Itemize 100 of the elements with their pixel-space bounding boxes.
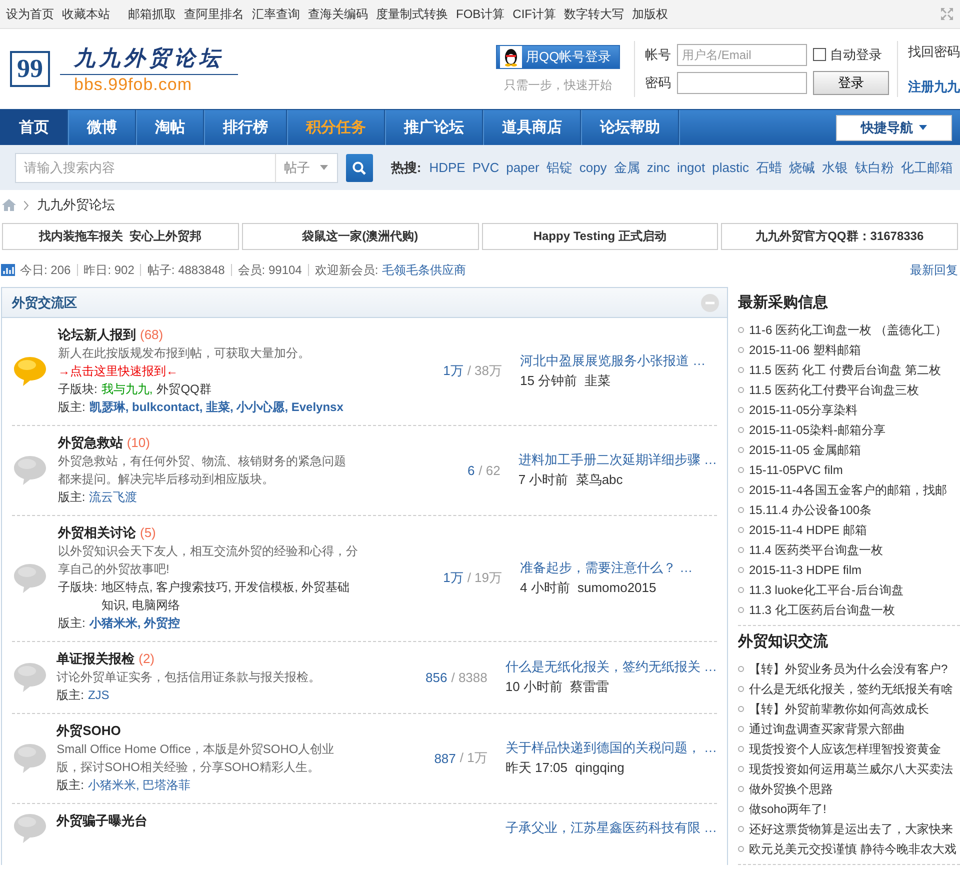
hot-search-link[interactable]: paper	[506, 160, 540, 175]
sidebar-link[interactable]: 2015-11-4各国五金客户的邮箱，找邮	[749, 482, 947, 498]
last-post-user[interactable]: 韭菜	[584, 373, 611, 388]
hot-search-link[interactable]: 金属	[614, 158, 640, 176]
forum-title[interactable]: 外贸骗子曝光台	[56, 813, 148, 828]
register-link[interactable]: 注册九九	[908, 78, 960, 96]
hot-search-link[interactable]: copy	[579, 160, 607, 175]
sidebar-link[interactable]: 2015-11-3 HDPE film	[749, 563, 862, 577]
tool-link[interactable]: 数字转大写	[564, 6, 624, 22]
forum-title[interactable]: 外贸相关讨论	[58, 525, 136, 540]
sidebar-link[interactable]: 2015-11-05分享染料	[749, 402, 858, 418]
hot-search-link[interactable]: 化工邮箱	[901, 158, 953, 176]
last-post-user[interactable]: 蔡雷雷	[570, 679, 610, 694]
last-post-user[interactable]: 菜鸟abc	[576, 472, 623, 487]
hot-search-link[interactable]: 石蜡	[756, 158, 782, 176]
moderator-links[interactable]: ZJS	[88, 686, 348, 704]
sidebar-link[interactable]: 11.4 医药类平台询盘一枚	[749, 542, 883, 558]
sidebar-link[interactable]: 现货投资个人应该怎样理智投资黄金	[749, 740, 941, 758]
moderator-links[interactable]: 小猪米米, 外贸控	[89, 614, 358, 632]
sidebar-link[interactable]: 现货投资如何运用葛兰威尔八大买卖法	[749, 760, 953, 778]
hot-search-link[interactable]: 水银	[822, 158, 848, 176]
sidebar-link[interactable]: 欧元兑美元交投谨慎 静待今晚非农大戏	[749, 840, 956, 858]
hot-search-link[interactable]: plastic	[712, 160, 749, 175]
subforum-link[interactable]: 我与九九,	[101, 380, 153, 398]
forum-description: 以外贸知识会天下友人，相互交流外贸的经验和心得，分享自己的外贸故事吧!	[58, 543, 358, 578]
forum-title[interactable]: 单证报关报检	[56, 651, 135, 666]
sidebar-link[interactable]: 做soho两年了!	[749, 800, 826, 818]
sidebar-link[interactable]: 11.3 化工医药后台询盘一枚	[749, 602, 895, 618]
tool-link[interactable]: 查阿里排名	[184, 6, 244, 22]
quick-nav-button[interactable]: 快捷导航	[836, 114, 952, 140]
moderator-links[interactable]: 小猪米米, 巴塔洛菲	[88, 776, 348, 794]
sidebar-link[interactable]: 2015-11-05 金属邮箱	[749, 442, 861, 458]
scope-dropdown[interactable]: 帖子	[276, 152, 338, 182]
tool-link[interactable]: FOB计算	[456, 6, 505, 22]
sidebar-link[interactable]: 2015-11-4 HDPE 邮箱	[749, 522, 867, 538]
last-post-link[interactable]: 进料加工手册二次延期详细步骤 …	[518, 450, 717, 470]
sidebar-link[interactable]: 11.3 luoke化工平台-后台询盘	[749, 582, 904, 598]
last-post-link[interactable]: 河北中盈展展览服务小张报道 …	[520, 351, 706, 371]
sidebar-link[interactable]: 11.5 医药 化工 付费后台询盘 第二枚	[749, 362, 941, 378]
tool-link[interactable]: 汇率查询	[252, 6, 300, 22]
sidebar-link[interactable]: 15.11.4 办公设备100条	[749, 502, 872, 518]
collapse-icon[interactable]	[701, 294, 719, 312]
breadcrumb-link[interactable]: 九九外贸论坛	[37, 196, 115, 214]
search-field[interactable]: 请输入搜索内容	[15, 152, 276, 182]
forgot-password-link[interactable]: 找回密码	[908, 42, 960, 60]
search-button[interactable]	[346, 154, 373, 182]
moderator-links[interactable]: 流云飞渡	[89, 488, 357, 506]
top-link[interactable]: 设为首页	[6, 6, 54, 22]
sidebar-link[interactable]: 什么是无纸化报关，签约无纸报关有啥	[749, 680, 953, 698]
last-post-link[interactable]: 关于样品快递到德国的关税问题， …	[505, 738, 717, 758]
sidebar-link[interactable]: 15-11-05PVC film	[749, 463, 843, 477]
last-post-link[interactable]: 什么是无纸化报关，签约无纸报关 …	[505, 657, 717, 677]
last-post-user[interactable]: sumomo2015	[577, 580, 656, 595]
sidebar-link[interactable]: 还好这票货物算是运出去了，大家快来	[749, 820, 953, 838]
hot-search-link[interactable]: PVC	[472, 160, 500, 175]
username-field[interactable]: 用户名/Email	[677, 44, 807, 66]
checkbox[interactable]	[813, 48, 826, 61]
sidebar-link[interactable]: 做外贸换个思路	[749, 780, 833, 798]
tool-link[interactable]: 查海关编码	[308, 6, 368, 22]
sidebar-link[interactable]: 【转】外贸业务员为什么会没有客户?	[749, 660, 948, 678]
hot-search-link[interactable]: 钛白粉	[855, 158, 894, 176]
tool-link[interactable]: 邮箱抓取	[128, 6, 176, 22]
sidebar-link[interactable]: 11-6 医药化工询盘一枚 （盖德化工）	[749, 322, 947, 338]
announcement-link[interactable]: Happy Testing 正式启动	[482, 223, 718, 250]
hot-search-link[interactable]: 烧碱	[789, 158, 815, 176]
sidebar-link[interactable]: 【转】外贸前辈教你如何高效成长	[749, 700, 929, 718]
sidebar-link[interactable]: 11.5 医药化工付费平台询盘三枚	[749, 382, 919, 398]
home-icon[interactable]	[2, 199, 16, 211]
quick-checkin-link[interactable]: →点击这里快速报到←	[58, 362, 358, 380]
sidebar-link[interactable]: 通过询盘调查买家背景六部曲	[749, 720, 905, 738]
tool-link[interactable]: 加版权	[632, 6, 668, 22]
forum-title[interactable]: 论坛新人报到	[58, 327, 136, 342]
forum-title[interactable]: 外贸急救站	[58, 435, 123, 450]
hot-search-link[interactable]: 铝锭	[546, 158, 572, 176]
sidebar-link[interactable]: 2015-11-06 塑料邮箱	[749, 342, 861, 358]
new-member-link[interactable]: 毛领毛条供应商	[382, 262, 466, 278]
nav-tab[interactable]: 首页	[0, 110, 68, 145]
subforum-link[interactable]: 外贸QQ群	[156, 380, 212, 398]
last-post-user[interactable]: qingqing	[575, 760, 624, 775]
tool-link[interactable]: CIF计算	[512, 6, 556, 22]
last-post-link[interactable]: 准备起步，需要注意什么？ …	[520, 558, 693, 578]
checkbox-label: 自动登录	[830, 46, 882, 64]
qq-login-button[interactable]: 用QQ帐号登录	[496, 44, 620, 68]
announcement-link[interactable]: 袋鼠这一家(澳洲代购)	[242, 223, 478, 250]
fullscreen-icon[interactable]	[940, 7, 954, 21]
subforum-link[interactable]: 地区特点, 客户搜索技巧, 开发信模板, 外贸基础知识, 电脑网络	[101, 578, 358, 614]
sidebar-link[interactable]: 2015-11-05染料-邮箱分享	[749, 422, 886, 438]
latest-replies-link[interactable]: 最新回复	[910, 262, 958, 278]
tool-link[interactable]: 度量制式转换	[376, 6, 448, 22]
hot-search-link[interactable]: HDPE	[429, 160, 466, 175]
password-field[interactable]	[677, 72, 807, 94]
last-post-link[interactable]: 子承父业，江苏星鑫医药科技有限 …	[505, 818, 717, 838]
announcement-link[interactable]: 九九外贸官方QQ群：31678336	[721, 223, 958, 250]
hot-search-link[interactable]: ingot	[676, 160, 706, 175]
login-button[interactable]: 登录	[813, 70, 889, 94]
moderator-links[interactable]: 凯瑟琳, bulkcontact, 韭菜, 小小心愿, Evelynsx	[89, 398, 358, 416]
forum-title[interactable]: 外贸SOHO	[56, 723, 121, 738]
hot-search-link[interactable]: zinc	[646, 160, 670, 175]
top-link[interactable]: 收藏本站	[62, 6, 110, 22]
announcement-link[interactable]: 找内装拖车报关 安心上外贸邦	[2, 223, 239, 250]
